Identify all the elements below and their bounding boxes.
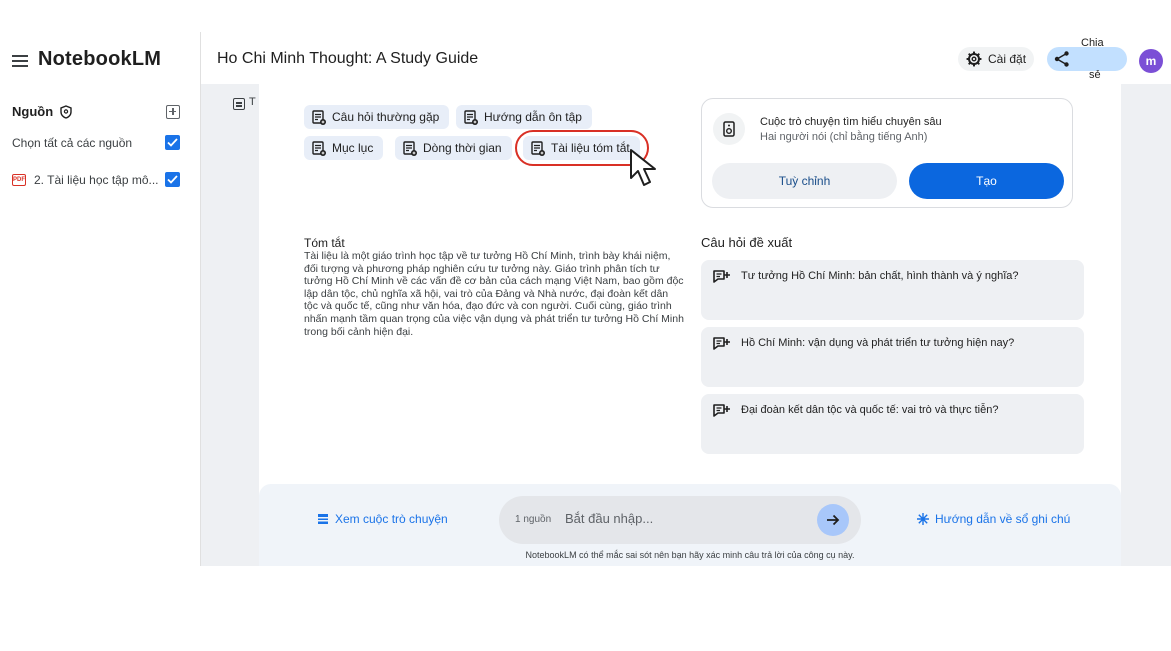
question-icon xyxy=(713,270,730,283)
shield-info-icon[interactable] xyxy=(59,104,73,119)
share-button[interactable]: Chia sẻ xyxy=(1047,37,1127,81)
select-all-checkbox[interactable] xyxy=(165,135,180,150)
notebook-title[interactable]: Ho Chi Minh Thought: A Study Guide xyxy=(217,50,478,68)
source-item[interactable]: PDF 2. Tài liệu học tập mô... xyxy=(12,172,180,187)
top-header: Ho Chi Minh Thought: A Study Guide Cài đ… xyxy=(201,32,1171,84)
chat-bar: Xem cuộc trò chuyện 1 nguồn Hướng dẫn về… xyxy=(259,484,1121,566)
speaker-icon xyxy=(723,121,735,137)
note-icon xyxy=(233,98,245,110)
notebook-guide-panel: Câu hỏi thường gặp Hướng dẫn ôn tập Mục … xyxy=(259,84,1121,566)
gear-icon xyxy=(966,51,982,67)
settings-label: Cài đặt xyxy=(988,52,1027,66)
suggestions-title: Câu hỏi đề xuất xyxy=(701,235,793,250)
audio-overview-card: Cuộc trò chuyện tìm hiểu chuyên sâu Hai … xyxy=(701,98,1073,208)
view-chat-label: Xem cuộc trò chuyện xyxy=(335,512,448,526)
menu-icon[interactable] xyxy=(12,53,28,67)
suggested-question[interactable]: Hồ Chí Minh: vận dụng và phát triển tư t… xyxy=(701,327,1084,387)
share-label-line2: sẻ xyxy=(1089,69,1101,81)
suggested-question-text: Tư tưởng Hồ Chí Minh: bản chất, hình thà… xyxy=(741,270,1019,282)
create-button[interactable]: Tạo xyxy=(909,163,1064,199)
chat-input-box[interactable]: 1 nguồn xyxy=(499,496,861,544)
chip-faq-label: Câu hỏi thường gặp xyxy=(332,110,440,124)
summary-title: Tóm tắt xyxy=(304,236,345,250)
audio-subtitle: Hai người nói (chỉ bằng tiếng Anh) xyxy=(760,131,928,143)
chip-faq[interactable]: Câu hỏi thường gặp xyxy=(304,105,450,129)
chip-study-guide-label: Hướng dẫn ôn tập xyxy=(484,110,582,124)
chip-timeline[interactable]: Dòng thời gian xyxy=(395,136,512,160)
mouse-pointer-icon xyxy=(630,149,656,186)
audio-title: Cuộc trò chuyện tìm hiểu chuyên sâu xyxy=(760,116,942,128)
brand-name: NotebookLM xyxy=(38,48,162,70)
share-label-line1: Chia xyxy=(1081,37,1104,49)
sources-sidebar: NotebookLM Nguồn Chọn tất cả các nguồn P… xyxy=(0,32,201,566)
chat-list-icon xyxy=(318,514,328,524)
add-source-icon[interactable] xyxy=(166,104,180,119)
avatar[interactable]: m xyxy=(1139,49,1163,73)
chip-timeline-label: Dòng thời gian xyxy=(423,141,502,155)
chip-table-of-contents[interactable]: Mục lục xyxy=(304,136,384,160)
document-add-icon xyxy=(403,140,417,156)
note-title-initial: T xyxy=(249,96,256,108)
sources-title: Nguồn xyxy=(12,104,73,119)
sources-header: Nguồn xyxy=(12,104,180,119)
send-button[interactable] xyxy=(817,504,849,536)
notebook-guide-label: Hướng dẫn về sổ ghi chú xyxy=(935,512,1071,526)
suggested-question[interactable]: Tư tưởng Hồ Chí Minh: bản chất, hình thà… xyxy=(701,260,1084,320)
check-icon xyxy=(167,175,178,184)
settings-button[interactable]: Cài đặt xyxy=(958,47,1035,71)
source-item-label: 2. Tài liệu học tập mô... xyxy=(34,172,159,187)
suggested-question-text: Đại đoàn kết dân tộc và quốc tế: vai trò… xyxy=(741,404,999,416)
document-add-icon xyxy=(312,140,326,156)
sources-title-label: Nguồn xyxy=(12,104,54,119)
view-chat-link[interactable]: Xem cuộc trò chuyện xyxy=(317,512,448,526)
check-icon xyxy=(167,138,178,147)
select-all-label: Chọn tất cả các nguồn xyxy=(12,135,133,150)
share-icon xyxy=(1054,51,1069,67)
disclaimer: NotebookLM có thể mắc sai sót nên bạn hã… xyxy=(525,550,855,560)
arrow-right-icon xyxy=(827,514,840,526)
notebook-app: NotebookLM Nguồn Chọn tất cả các nguồn P… xyxy=(0,32,1171,566)
chip-study-guide[interactable]: Hướng dẫn ôn tập xyxy=(456,105,592,129)
question-icon xyxy=(713,337,730,350)
pdf-icon: PDF xyxy=(12,173,26,186)
document-add-icon xyxy=(464,109,478,125)
main-area: T Câu hỏi thường gặp Hướng dẫn ôn tập Mụ… xyxy=(201,84,1171,566)
notebook-guide-link[interactable]: Hướng dẫn về sổ ghi chú xyxy=(917,512,1070,526)
source-count: 1 nguồn xyxy=(515,514,552,525)
sparkle-icon xyxy=(917,513,929,525)
chat-input[interactable] xyxy=(565,508,805,528)
document-add-icon xyxy=(312,109,326,125)
customize-button[interactable]: Tuỳ chỉnh xyxy=(712,163,897,199)
suggested-question[interactable]: Đại đoàn kết dân tộc và quốc tế: vai trò… xyxy=(701,394,1084,454)
brand: NotebookLM xyxy=(12,48,161,71)
question-icon xyxy=(713,404,730,417)
chip-table-of-contents-label: Mục lục xyxy=(332,141,374,155)
audio-icon-wrap xyxy=(713,113,745,145)
suggested-question-text: Hồ Chí Minh: vận dụng và phát triển tư t… xyxy=(741,337,1015,349)
source-checkbox[interactable] xyxy=(165,172,180,187)
summary-text: Tài liệu là một giáo trình học tập về tư… xyxy=(304,250,684,338)
source-item-label-wrap: PDF 2. Tài liệu học tập mô... xyxy=(12,173,159,187)
select-all-row[interactable]: Chọn tất cả các nguồn xyxy=(12,135,180,150)
